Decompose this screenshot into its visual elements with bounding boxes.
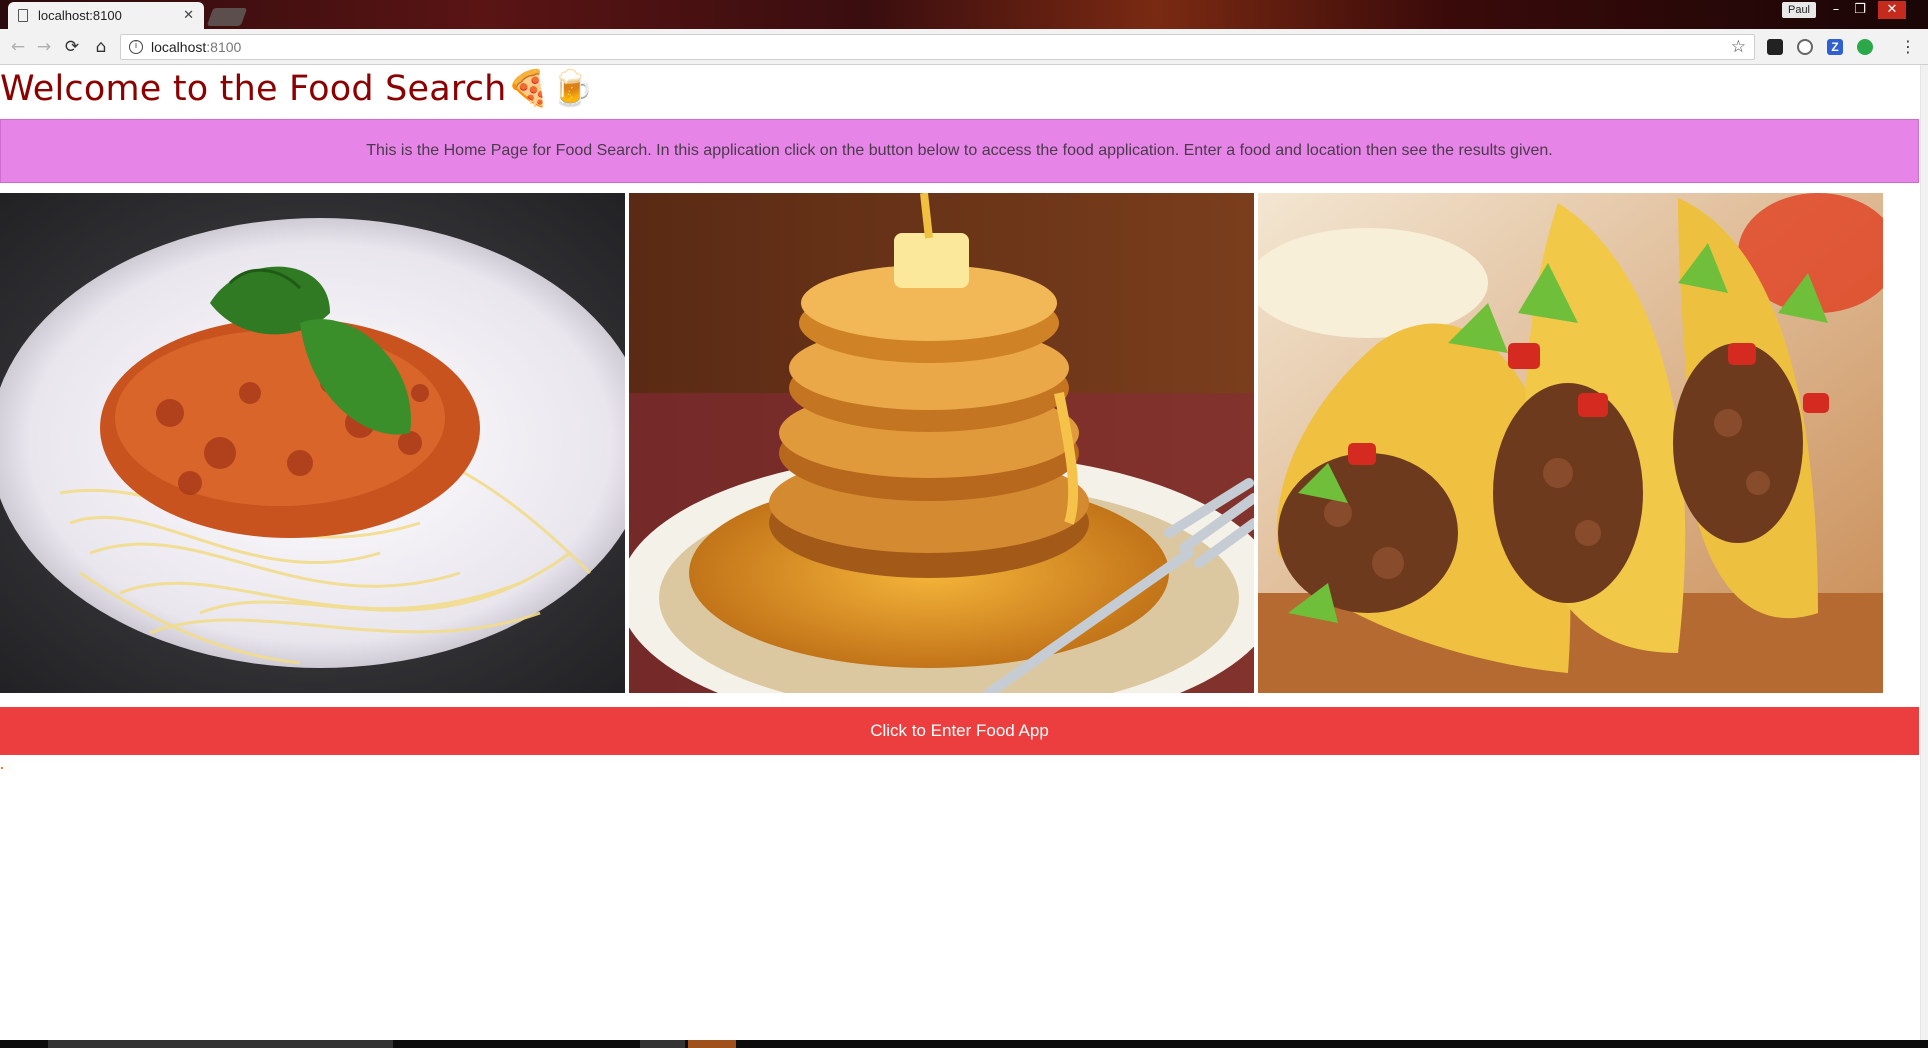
back-icon[interactable]: ←	[6, 35, 30, 59]
page-viewport: Welcome to the Food Search🍕🍺 This is the…	[0, 65, 1920, 1040]
minimize-icon[interactable]: –	[1824, 1, 1848, 19]
forward-icon[interactable]: →	[32, 35, 56, 59]
url-port: :8100	[206, 39, 242, 55]
enter-food-app-button[interactable]: Click to Enter Food App	[0, 707, 1919, 755]
browser-menu-icon[interactable]: ⋮	[1900, 37, 1916, 56]
intro-banner: This is the Home Page for Food Search. I…	[0, 119, 1919, 183]
browser-tab[interactable]: localhost:8100 ✕	[8, 2, 204, 29]
extension-icon-shield[interactable]	[1797, 39, 1813, 55]
page-title: Welcome to the Food Search🍕🍺	[0, 68, 594, 109]
tab-title: localhost:8100	[38, 8, 122, 23]
spaghetti-image	[0, 193, 625, 693]
info-icon[interactable]: i	[129, 40, 143, 54]
tab-close-icon[interactable]: ✕	[183, 8, 194, 23]
page-scrollbar[interactable]	[1920, 65, 1928, 1040]
reload-icon[interactable]: ⟳	[60, 35, 84, 59]
browser-toolbar: ← → ⟳ ⌂ i localhost:8100 ☆ Z ⋮	[0, 29, 1928, 65]
tacos-image	[1258, 193, 1883, 693]
close-window-icon[interactable]: ✕	[1878, 1, 1906, 19]
browser-tab-strip: localhost:8100 ✕ Paul – ❐ ✕	[0, 0, 1928, 29]
bookmark-star-icon[interactable]: ☆	[1731, 37, 1746, 57]
pancakes-image	[629, 193, 1254, 693]
stray-dot	[1, 767, 3, 769]
taskbar-item[interactable]	[48, 1040, 393, 1048]
page-title-text: Welcome to the Food Search	[0, 69, 507, 109]
extension-icon-dark[interactable]	[1767, 39, 1783, 55]
home-icon[interactable]: ⌂	[89, 35, 113, 59]
pizza-beer-emoji-icon: 🍕🍺	[506, 69, 595, 109]
intro-description: This is the Home Page for Food Search. I…	[366, 142, 1553, 159]
restore-icon[interactable]: ❐	[1848, 1, 1872, 19]
url-host: localhost	[151, 39, 207, 55]
page-icon	[18, 9, 28, 22]
extension-icon-green[interactable]	[1857, 39, 1873, 55]
taskbar-item-active[interactable]	[688, 1040, 736, 1048]
taskbar-item[interactable]	[640, 1040, 685, 1048]
extension-icon-z[interactable]: Z	[1827, 39, 1843, 55]
profile-button[interactable]: Paul	[1782, 2, 1816, 18]
address-bar[interactable]: i localhost:8100 ☆	[120, 34, 1755, 60]
os-taskbar	[0, 1040, 1928, 1048]
new-tab-button[interactable]	[206, 8, 248, 26]
